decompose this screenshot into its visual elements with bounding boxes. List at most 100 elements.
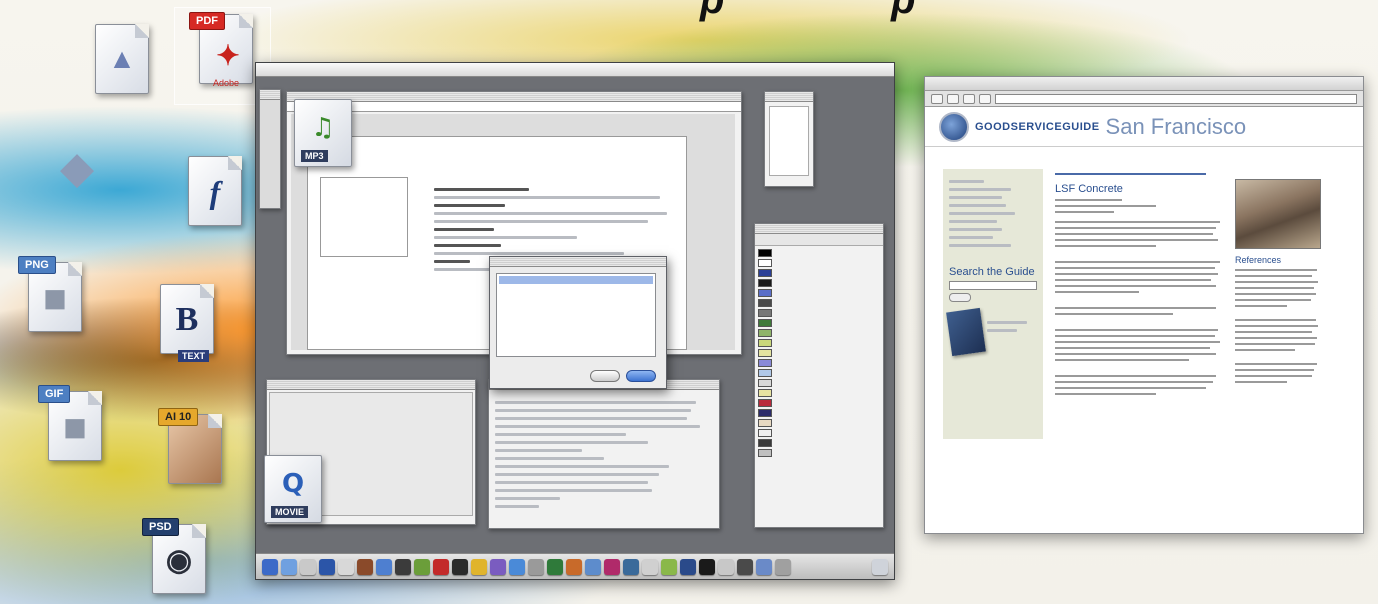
sidebar-links <box>943 169 1043 258</box>
dock-app-icon[interactable] <box>338 558 354 575</box>
swatch[interactable] <box>755 438 883 448</box>
cad-glyph-icon: ◆ <box>60 146 94 192</box>
swatch[interactable] <box>755 428 883 438</box>
dock-app-icon[interactable] <box>262 558 278 575</box>
swatch[interactable] <box>755 248 883 258</box>
swatch[interactable] <box>755 348 883 358</box>
swatch[interactable] <box>755 298 883 308</box>
article-body <box>1055 221 1223 395</box>
dock-app-icon[interactable] <box>756 558 772 575</box>
dock-app-icon[interactable] <box>281 558 297 575</box>
dock-app-icon[interactable] <box>414 558 430 575</box>
swatch[interactable] <box>755 368 883 378</box>
swatch-list <box>755 246 883 458</box>
palette-titlebar <box>260 90 280 100</box>
dock-app-icon[interactable] <box>604 558 620 575</box>
cad-file-icon[interactable]: ◆ <box>50 140 124 226</box>
mac-desktop-screenshot: ♫ MP3 Q MOVIE <box>255 62 895 580</box>
back-button[interactable] <box>931 93 943 104</box>
palette-toolbar <box>755 234 883 246</box>
swatch[interactable] <box>755 288 883 298</box>
article-address <box>1055 199 1223 213</box>
article: LSF Concrete <box>1055 169 1223 399</box>
flash-file-icon[interactable]: f <box>178 150 252 236</box>
swatch[interactable] <box>755 388 883 398</box>
swatch[interactable] <box>755 308 883 318</box>
dock-app-icon[interactable] <box>680 558 696 575</box>
swatch[interactable] <box>755 408 883 418</box>
swatch[interactable] <box>755 378 883 388</box>
swatch[interactable] <box>755 328 883 338</box>
image-glyph-icon: ▲ <box>108 44 136 75</box>
dock-app-icon[interactable] <box>300 558 316 575</box>
mp3-file-icon[interactable]: ♫ MP3 <box>294 99 352 167</box>
swatch[interactable] <box>755 278 883 288</box>
home-button[interactable] <box>979 93 991 104</box>
menu-bar <box>256 63 894 77</box>
cancel-button[interactable] <box>590 370 620 382</box>
dock-app-icon[interactable] <box>566 558 582 575</box>
image-file-icon[interactable]: ▲ <box>85 18 159 104</box>
forward-button[interactable] <box>947 93 959 104</box>
swatch[interactable] <box>755 418 883 428</box>
acrobat-glyph-icon: ✦ <box>216 41 240 72</box>
dock-app-icon[interactable] <box>357 558 373 575</box>
movie-file-icon[interactable]: Q MOVIE <box>264 455 322 523</box>
dock-app-icon[interactable] <box>509 558 525 575</box>
dock-app-icon[interactable] <box>433 558 449 575</box>
movie-label: MOVIE <box>271 506 309 518</box>
dock-app-icon[interactable] <box>699 558 715 575</box>
dock-app-icon[interactable] <box>528 558 544 575</box>
article-title: LSF Concrete <box>1055 183 1123 195</box>
dock-app-icon[interactable] <box>642 558 658 575</box>
swatch[interactable] <box>755 318 883 328</box>
swatch[interactable] <box>755 358 883 368</box>
selected-row[interactable] <box>499 276 653 284</box>
psd-file-icon[interactable]: PSD ◉ <box>142 518 216 604</box>
swatch[interactable] <box>755 268 883 278</box>
dock-app-icon[interactable] <box>775 558 791 575</box>
dock-app-icon[interactable] <box>319 558 335 575</box>
breadcrumb[interactable] <box>1055 173 1223 175</box>
guide-promo[interactable] <box>946 307 1037 358</box>
file-dialog <box>489 256 667 389</box>
dock-trash-icon[interactable] <box>872 558 888 575</box>
dock-app-icon[interactable] <box>585 558 601 575</box>
dock-app-icon[interactable] <box>490 558 506 575</box>
hero-caption-fragment: p p <box>700 0 916 22</box>
search-input[interactable] <box>949 281 1037 290</box>
dock-app-icon[interactable] <box>452 558 468 575</box>
references-title: References <box>1235 255 1282 265</box>
swatch[interactable] <box>755 338 883 348</box>
shapes-glyph-icon: ◼ <box>63 412 87 443</box>
mp3-label: MP3 <box>301 150 328 162</box>
address-bar[interactable] <box>995 93 1357 104</box>
gif-tag: GIF <box>38 385 71 403</box>
reload-button[interactable] <box>963 93 975 104</box>
ok-button[interactable] <box>626 370 656 382</box>
dock-app-icon[interactable] <box>718 558 734 575</box>
psd-tag: PSD <box>142 518 179 536</box>
swatches-palette <box>754 223 884 528</box>
bbedit-text-file-icon[interactable]: B TEXT <box>150 278 234 364</box>
preview-area <box>769 106 809 176</box>
dock-app-icon[interactable] <box>395 558 411 575</box>
gif-file-icon[interactable]: GIF ◼ <box>38 385 112 471</box>
dock-app-icon[interactable] <box>376 558 392 575</box>
page-thumbnail <box>320 177 408 257</box>
dialog-list[interactable] <box>496 273 656 357</box>
search-button[interactable] <box>949 293 971 302</box>
swatch[interactable] <box>755 398 883 408</box>
browser-toolbar <box>925 91 1363 107</box>
dock-app-icon[interactable] <box>661 558 677 575</box>
illustrator-file-icon[interactable]: AI 10 <box>158 408 232 494</box>
globe-logo-icon <box>939 111 969 142</box>
png-file-icon[interactable]: PNG ◼ <box>18 256 92 342</box>
dock-app-icon[interactable] <box>471 558 487 575</box>
dock-app-icon[interactable] <box>623 558 639 575</box>
swatch[interactable] <box>755 258 883 268</box>
browser-window: GOODSERVICEGUIDE San Francisco Search th… <box>924 76 1364 534</box>
swatch[interactable] <box>755 448 883 458</box>
dock-app-icon[interactable] <box>737 558 753 575</box>
dock-app-icon[interactable] <box>547 558 563 575</box>
